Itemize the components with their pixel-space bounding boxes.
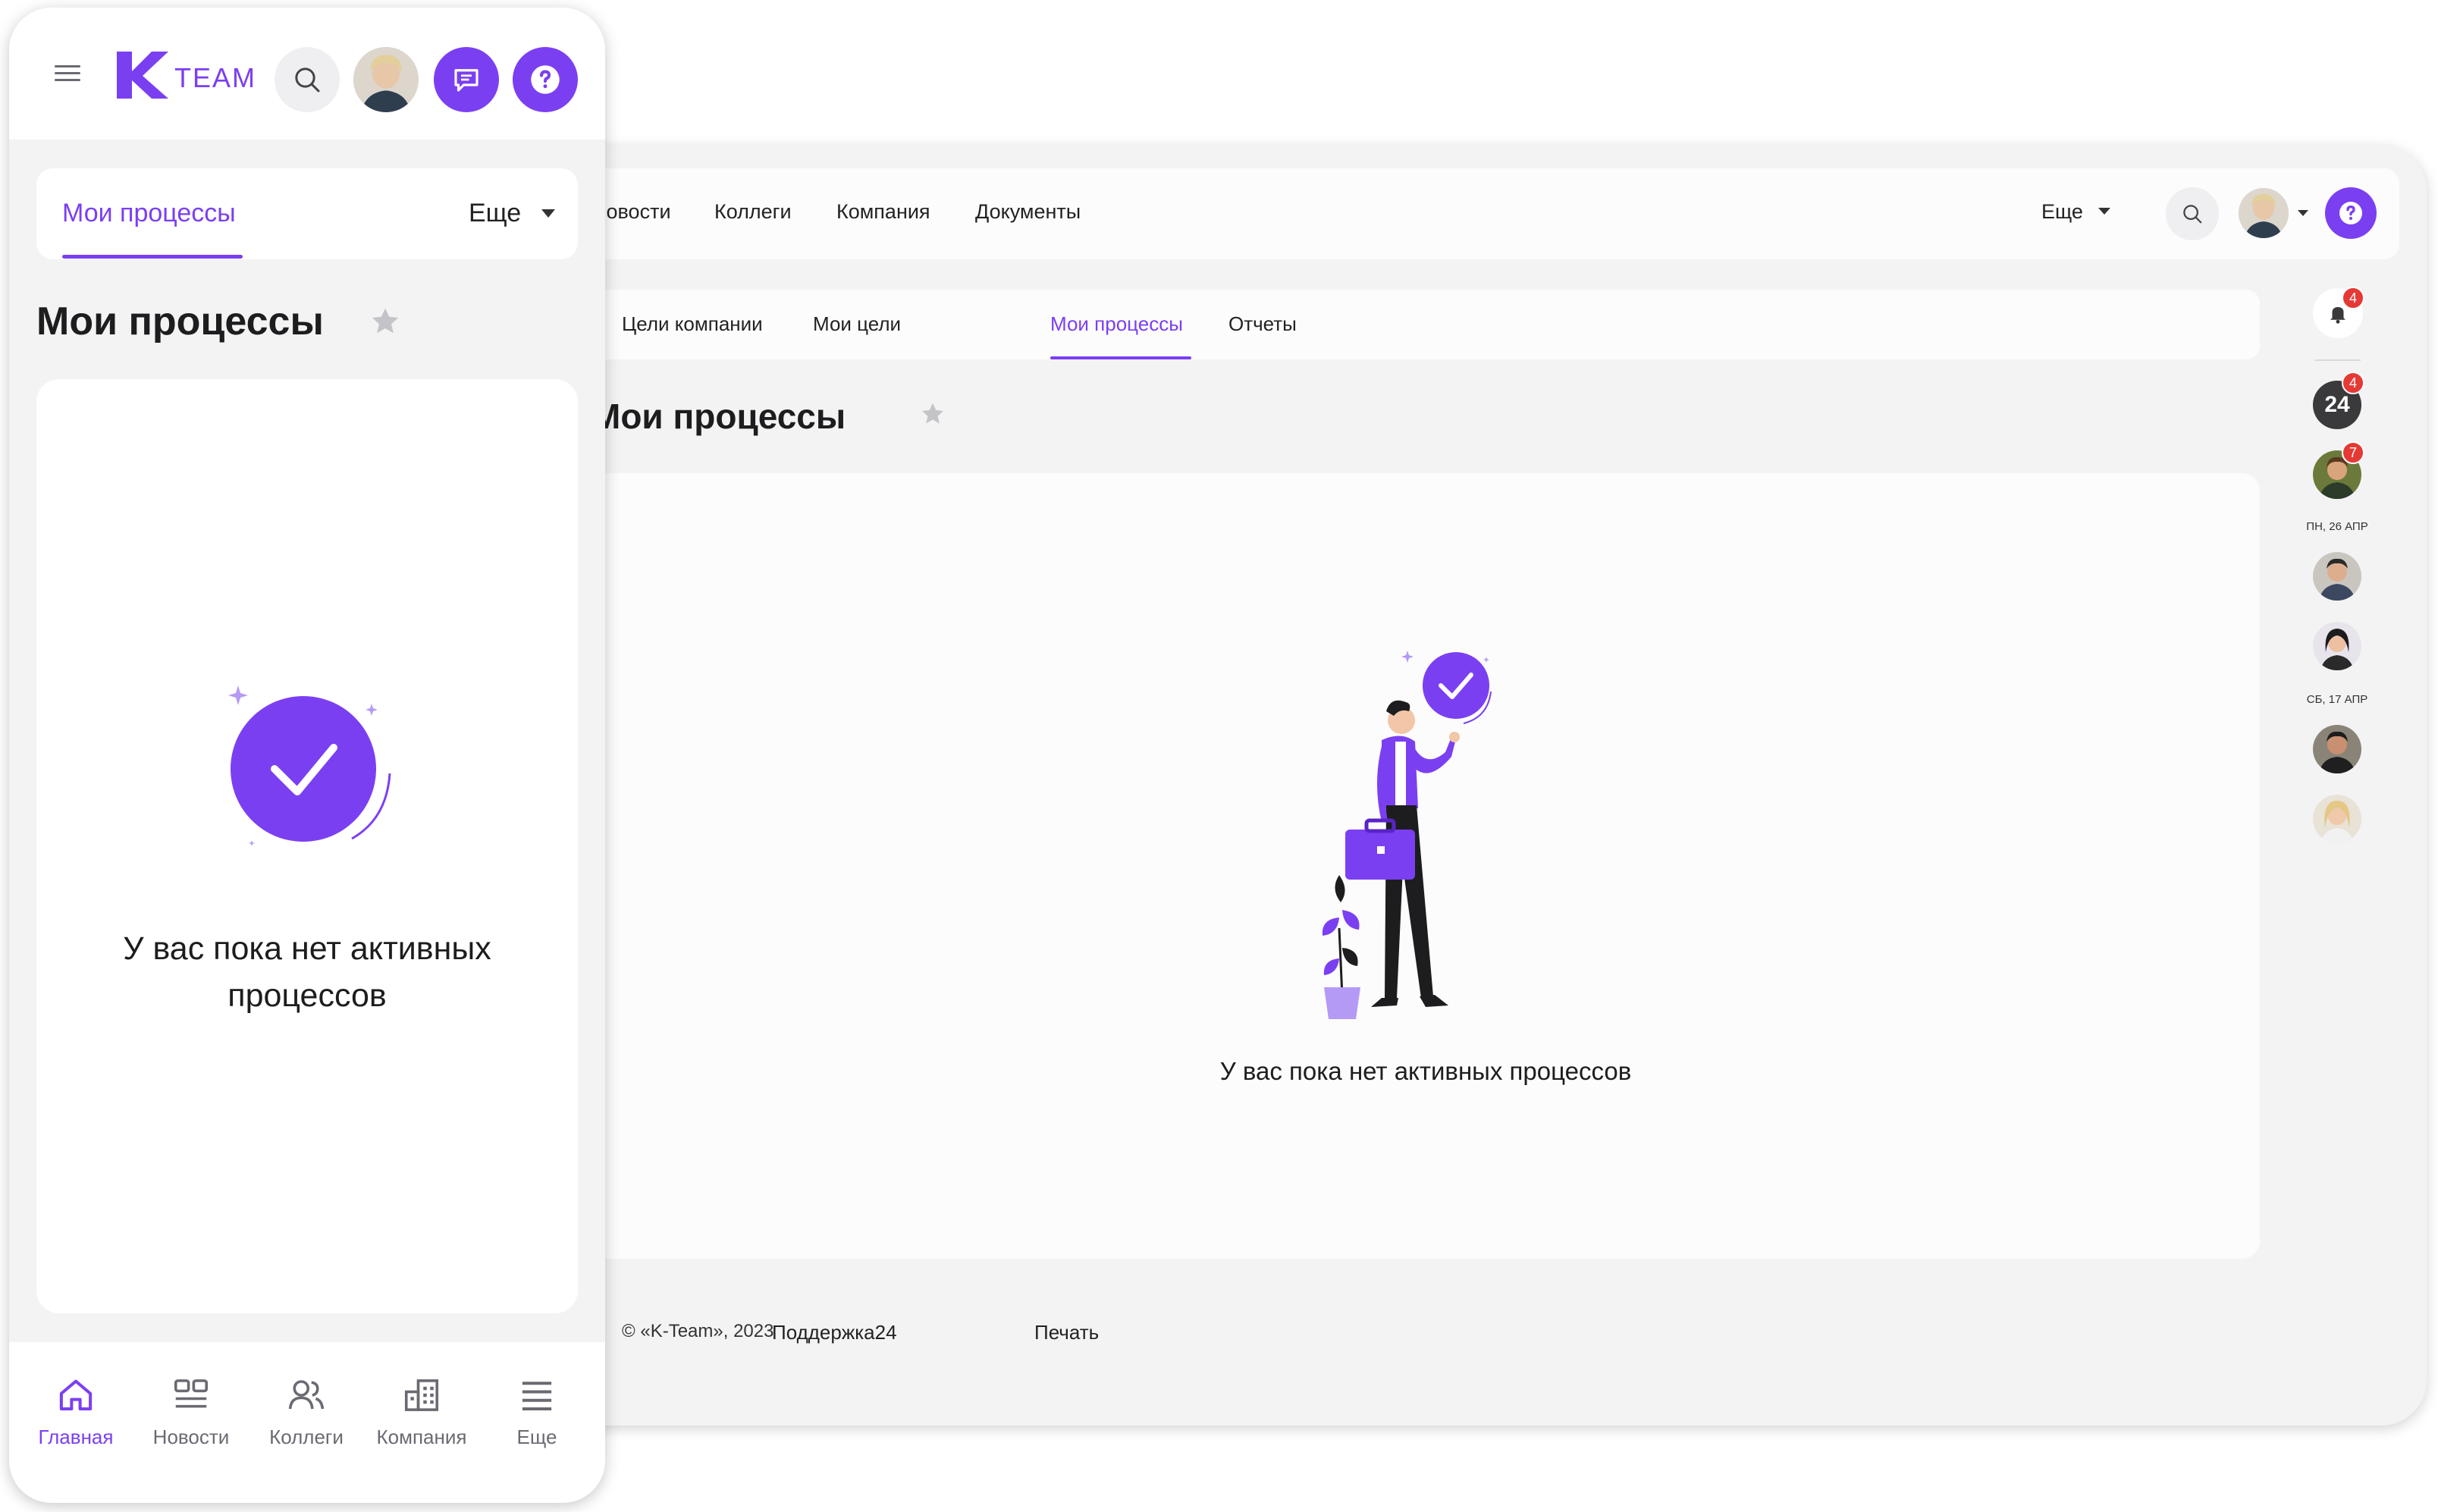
caret-down-icon[interactable] xyxy=(541,209,555,218)
menu-icon xyxy=(522,1382,552,1411)
contact-avatar[interactable] xyxy=(2313,622,2361,670)
help-button[interactable] xyxy=(513,47,578,112)
tab-my-processes[interactable]: Мои процессы xyxy=(1050,312,1183,336)
company-icon xyxy=(404,1379,439,1411)
bottom-nav-colleagues[interactable]: Коллеги xyxy=(253,1372,359,1449)
user-avatar[interactable] xyxy=(353,47,419,112)
help-icon xyxy=(2339,202,2362,224)
date-separator: СБ, 17 АПР xyxy=(2306,693,2368,706)
user-avatar[interactable] xyxy=(2239,188,2289,238)
mobile-tab-bar: Мои процессы Еще xyxy=(36,168,578,259)
empty-state-line1: У вас пока нет активных xyxy=(123,930,491,967)
contact-avatar[interactable] xyxy=(2313,795,2361,843)
contact-avatar[interactable] xyxy=(2313,725,2361,773)
empty-state-line2: процессов xyxy=(227,977,387,1014)
kteam-logo-icon[interactable] xyxy=(114,49,170,102)
hamburger-menu-icon[interactable] xyxy=(55,65,80,86)
notification-badge: 4 xyxy=(2342,287,2364,309)
footer-support-link[interactable]: Поддержка24 xyxy=(772,1321,897,1344)
more-tabs-button[interactable]: Еще xyxy=(469,199,521,228)
check-badge-illustration xyxy=(228,685,391,846)
mobile-header: TEAM xyxy=(9,8,605,140)
tab-company-goals[interactable]: Цели компании xyxy=(622,312,763,336)
tab-my-processes[interactable]: Мои процессы xyxy=(62,199,236,228)
bottom-nav-label: Компания xyxy=(376,1426,467,1448)
bottom-nav-label: Новости xyxy=(152,1426,230,1448)
caret-down-icon[interactable] xyxy=(2098,208,2110,215)
help-button[interactable] xyxy=(2325,187,2377,239)
favorite-star-icon[interactable] xyxy=(369,305,402,338)
bottom-nav-company[interactable]: Компания xyxy=(369,1372,475,1449)
footer-print-link[interactable]: Печать xyxy=(1034,1321,1099,1344)
favorite-star-icon[interactable] xyxy=(919,400,946,428)
chat-icon xyxy=(454,69,479,92)
bottom-nav-news[interactable]: Новости xyxy=(138,1372,244,1449)
news-icon xyxy=(174,1379,209,1408)
nav-item-colleagues[interactable]: Коллеги xyxy=(714,200,792,224)
tab-reports[interactable]: Отчеты xyxy=(1228,312,1297,336)
contact-badge: 7 xyxy=(2342,441,2364,464)
search-button[interactable] xyxy=(275,47,340,112)
tab-my-goals[interactable]: Мои цели xyxy=(813,312,901,336)
avatar-caret-icon[interactable] xyxy=(2298,210,2308,216)
bottom-nav-label: Коллеги xyxy=(269,1426,344,1448)
home-icon xyxy=(59,1379,93,1411)
active-tab-underline xyxy=(62,255,243,259)
bottom-nav-label: Главная xyxy=(38,1426,114,1448)
businessman-illustration xyxy=(1322,651,1492,1019)
active-tab-underline xyxy=(1050,356,1191,359)
colleagues-icon xyxy=(288,1380,325,1410)
nav-item-company[interactable]: Компания xyxy=(836,200,930,224)
help-icon xyxy=(531,65,560,94)
footer-copyright: © «K-Team», 2023 xyxy=(622,1321,774,1341)
empty-state-text: У вас пока нет активных процессов xyxy=(1219,1057,1632,1085)
mobile-bottom-nav: Главная Новости Коллеги Компания Еще xyxy=(9,1342,605,1503)
bottom-nav-more[interactable]: Еще xyxy=(484,1372,590,1449)
search-button[interactable] xyxy=(2166,187,2219,240)
processes-empty-card: У вас пока нет активных процессов xyxy=(591,473,2260,1259)
search-icon xyxy=(295,67,320,93)
page-title: Мои процессы xyxy=(36,300,324,343)
logo-text: TEAM xyxy=(174,62,257,93)
rail-divider xyxy=(2315,359,2361,361)
contact-avatar[interactable] xyxy=(2313,552,2361,601)
mobile-window: TEAM Мои процессы Еще Мои процессы У вас… xyxy=(9,8,605,1503)
processes-empty-card: У вас пока нет активных процессов xyxy=(36,379,578,1313)
more-menu-button[interactable]: Еще xyxy=(2041,200,2083,224)
b24-badge: 4 xyxy=(2342,372,2364,394)
desktop-window: Новости Коллеги Компания Документы Еще Ц… xyxy=(516,146,2427,1426)
nav-item-documents[interactable]: Документы xyxy=(975,200,1081,224)
desktop-top-navbar: Новости Коллеги Компания Документы Еще xyxy=(591,168,2399,259)
bottom-nav-home[interactable]: Главная xyxy=(23,1372,129,1449)
empty-state-text: У вас пока нет активных процессов xyxy=(36,925,578,1019)
bottom-nav-label: Еще xyxy=(516,1426,557,1448)
desktop-tabs-bar: Цели компании Мои цели Мои процессы Отче… xyxy=(591,290,2260,359)
page-title: Мои процессы xyxy=(591,397,846,436)
chat-button[interactable] xyxy=(434,47,499,112)
date-separator: ПН, 26 АПР xyxy=(2306,520,2368,533)
search-icon xyxy=(2183,205,2202,224)
